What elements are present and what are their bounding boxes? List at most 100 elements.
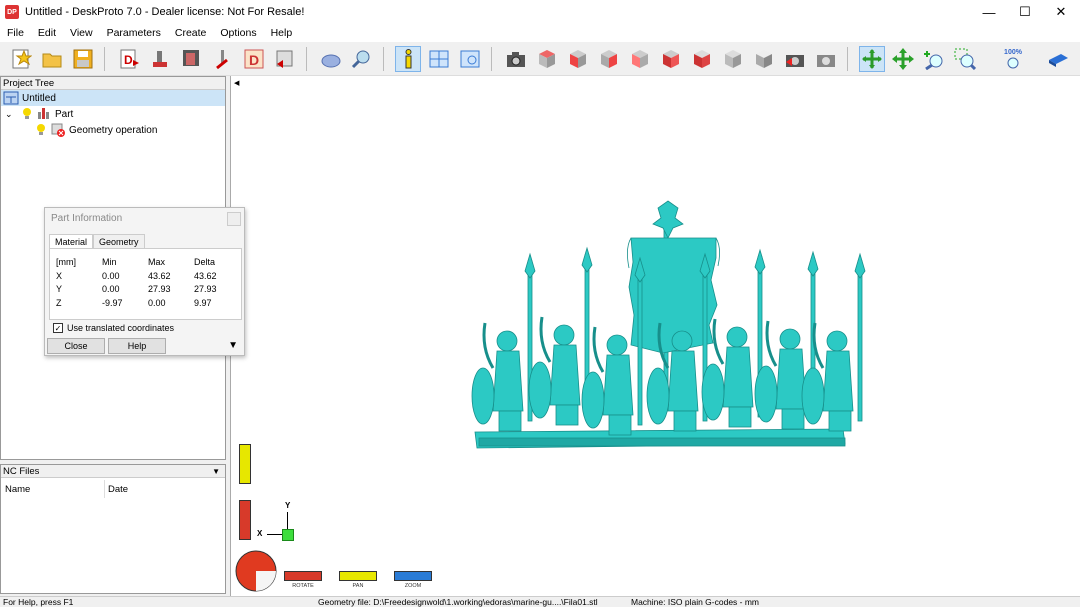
row-axis: Z [56, 297, 62, 308]
part-info-table: [mm] Min Max Delta X 0.00 43.62 43.62 Y … [49, 248, 242, 320]
view-right-cube-icon[interactable] [596, 46, 622, 72]
view-top-cube-icon[interactable] [534, 46, 560, 72]
header-max: Max [148, 257, 166, 267]
view-front-cube-icon[interactable] [565, 46, 591, 72]
rotate-slider[interactable] [239, 500, 251, 540]
single-view-icon[interactable] [457, 46, 483, 72]
menu-help[interactable]: Help [264, 27, 300, 39]
toolpath-preview-icon[interactable] [318, 46, 344, 72]
menu-options[interactable]: Options [213, 27, 263, 39]
view-left-cube-icon[interactable] [658, 46, 684, 72]
geometry-operation-icon [51, 123, 65, 137]
translated-coords-checkbox-row[interactable]: ✓ Use translated coordinates [53, 323, 174, 333]
close-window-button[interactable]: ✕ [1042, 0, 1080, 24]
table-row: Y 0.00 27.93 27.93 [56, 284, 217, 298]
maximize-button[interactable]: ☐ [1006, 0, 1044, 24]
view-previous-icon[interactable] [782, 46, 808, 72]
operation-d-icon[interactable]: D [241, 46, 267, 72]
row-delta: 9.97 [194, 297, 212, 308]
rotate-label: ROTATE [292, 583, 314, 589]
view-next-icon[interactable] [813, 46, 839, 72]
collapse-chevron-icon[interactable]: ⌄ [5, 109, 15, 120]
menu-edit[interactable]: Edit [31, 27, 63, 39]
zoom-100-label: 100% [1004, 48, 1022, 56]
header-delta: Delta [194, 257, 216, 267]
3d-viewport[interactable]: ◀ Y X ROTATE PAN ZOOM [230, 76, 1080, 596]
import-geometry-icon[interactable]: D [116, 46, 142, 72]
tree-item-geometry-operation[interactable]: Geometry operation [35, 122, 157, 138]
menu-view[interactable]: View [63, 27, 100, 39]
rotate-control[interactable]: ROTATE [284, 571, 322, 589]
part-info-icon[interactable] [395, 46, 421, 72]
menu-file[interactable]: File [0, 27, 31, 39]
window-title: Untitled - DeskProto 7.0 - Dealer licens… [25, 6, 305, 18]
rotate-mode-icon[interactable] [859, 46, 885, 72]
view-shaded-cube-icon[interactable] [751, 46, 777, 72]
row-max: 43.62 [148, 270, 171, 281]
help-book-icon[interactable] [1045, 46, 1071, 72]
row-axis: X [56, 270, 63, 281]
pan-slider[interactable] [239, 444, 251, 484]
lightbulb-icon [23, 108, 31, 119]
view-bottom-cube-icon[interactable] [689, 46, 715, 72]
layout-views-icon[interactable] [426, 46, 452, 72]
part-parameters-icon[interactable] [148, 46, 174, 72]
column-header-name[interactable]: Name [5, 484, 30, 495]
help-button[interactable]: Help [108, 338, 166, 354]
tree-item-label: Part [55, 108, 74, 120]
cutter-icon[interactable] [210, 46, 236, 72]
minimize-button[interactable]: — [970, 0, 1008, 24]
menu-create[interactable]: Create [168, 27, 214, 39]
export-nc-icon[interactable] [272, 46, 298, 72]
zoom-label: ZOOM [404, 583, 422, 589]
row-max: 27.93 [148, 284, 171, 294]
project-tree-header: Project Tree [1, 77, 225, 90]
view-back-cube-icon[interactable] [627, 46, 653, 72]
tree-item-untitled[interactable]: Untitled [1, 90, 225, 106]
pan-control[interactable]: PAN [339, 571, 377, 589]
view-iso-cube-icon[interactable] [720, 46, 746, 72]
machine-parameters-icon[interactable] [179, 46, 205, 72]
tree-item-label: Untitled [22, 92, 56, 104]
camera-snapshot-icon[interactable] [503, 46, 529, 72]
inspect-icon[interactable] [349, 46, 375, 72]
pan-label: PAN [352, 583, 364, 589]
rotate-wheel-icon[interactable] [234, 549, 278, 593]
dropdown-arrow-icon[interactable]: ▼ [212, 465, 220, 478]
tree-item-part[interactable]: ⌄ Part [5, 106, 73, 122]
translated-coords-checkbox[interactable]: ✓ [53, 323, 63, 333]
status-bar: For Help, press F1 Geometry file: D:\Fre… [0, 596, 1080, 607]
nc-files-header: NC Files ▼ [1, 465, 225, 478]
zoom-100-icon[interactable]: 100% [1000, 46, 1026, 72]
new-project-icon[interactable] [8, 46, 34, 72]
menu-parameters[interactable]: Parameters [100, 27, 168, 39]
status-machine: Machine: ISO plain G-codes - mm [631, 597, 760, 607]
zoom-in-icon[interactable] [921, 46, 947, 72]
close-button[interactable]: Close [47, 338, 105, 354]
table-row: Z -9.97 0.00 9.97 [56, 298, 217, 312]
nc-files-title: NC Files [3, 466, 40, 477]
zoom-window-icon[interactable] [952, 46, 978, 72]
dialog-title: Part Information [51, 213, 123, 224]
save-disk-icon[interactable] [70, 46, 96, 72]
header-min: Min [102, 257, 117, 267]
expand-arrow-icon[interactable]: ▼ [228, 340, 238, 351]
menu-bar: File Edit View Parameters Create Options… [0, 24, 1080, 42]
dialog-close-icon[interactable] [227, 212, 241, 226]
tab-material[interactable]: Material [49, 234, 94, 249]
header-unit: [mm] [56, 257, 76, 267]
row-min: -9.97 [102, 297, 123, 308]
checkbox-label: Use translated coordinates [67, 323, 175, 333]
row-delta: 27.93 [194, 284, 217, 294]
miniature-model [471, 200, 867, 449]
zoom-control[interactable]: ZOOM [394, 571, 432, 589]
pan-mode-icon[interactable] [890, 46, 916, 72]
tab-geometry[interactable]: Geometry [93, 234, 145, 249]
open-folder-icon[interactable] [39, 46, 65, 72]
axis-origin-cube [282, 529, 294, 541]
svg-text:D: D [124, 53, 133, 67]
column-header-date[interactable]: Date [108, 484, 128, 495]
axis-y-label: Y [285, 501, 291, 510]
axis-x-label: X [257, 529, 263, 538]
status-help-text: For Help, press F1 [3, 597, 74, 607]
